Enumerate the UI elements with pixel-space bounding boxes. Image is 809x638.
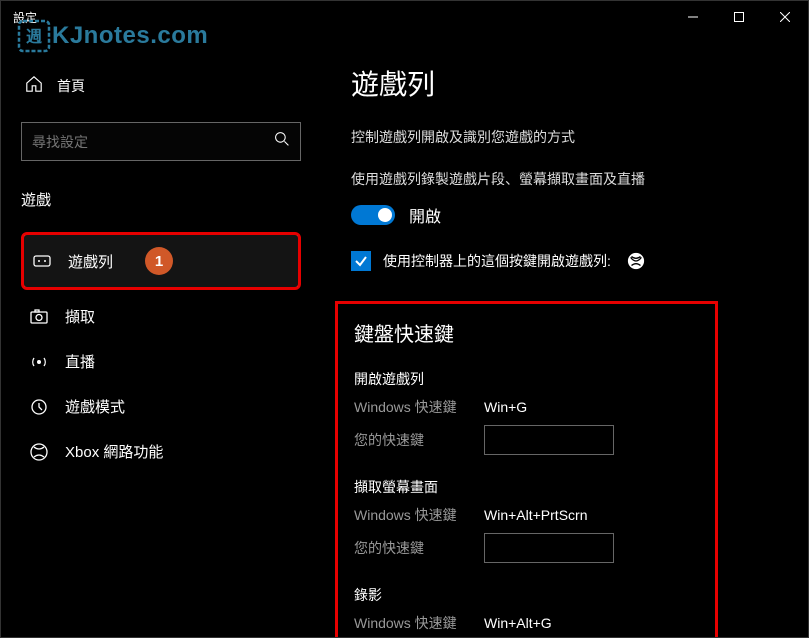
shortcut-group-record: 錄影 Windows 快速鍵 Win+Alt+G 您的快速鍵 [354, 585, 699, 637]
gamebar-toggle[interactable] [351, 205, 395, 225]
sidebar-item-label: 擷取 [65, 306, 95, 327]
capture-icon [29, 307, 49, 327]
your-shortcut-input[interactable] [484, 425, 614, 455]
shortcut-group-screenshot: 擷取螢幕畫面 Windows 快速鍵 Win+Alt+PrtScrn 您的快速鍵 [354, 477, 699, 563]
checkbox-label: 使用控制器上的這個按鍵開啟遊戲列: [383, 251, 611, 271]
gamemode-icon [29, 397, 49, 417]
sidebar-item-xbox[interactable]: Xbox 網路功能 [21, 429, 301, 474]
sidebar-item-broadcast[interactable]: 直播 [21, 339, 301, 384]
annotation-highlight: 遊戲列 1 [21, 232, 301, 290]
sidebar-item-label: Xbox 網路功能 [65, 441, 163, 462]
sidebar-item-gamemode[interactable]: 遊戲模式 [21, 384, 301, 429]
sidebar-item-label: 遊戲模式 [65, 396, 125, 417]
home-icon [25, 75, 43, 96]
nav-section-label: 遊戲 [21, 189, 301, 210]
your-shortcut-label: 您的快速鍵 [354, 430, 484, 450]
sidebar-item-capture[interactable]: 擷取 [21, 294, 301, 339]
xbox-button-icon [627, 252, 645, 270]
window-title: 設定 [1, 9, 37, 26]
home-link[interactable]: 首頁 [21, 63, 301, 108]
windows-shortcut-value: Win+Alt+PrtScrn [484, 507, 587, 523]
maximize-button[interactable] [716, 1, 762, 33]
toggle-knob [378, 208, 392, 222]
feature-description: 使用遊戲列錄製遊戲片段、螢幕擷取畫面及直播 [351, 169, 778, 189]
page-subtitle: 控制遊戲列開啟及識別您遊戲的方式 [351, 127, 778, 147]
sidebar-item-label: 直播 [65, 351, 95, 372]
controller-checkbox[interactable] [351, 251, 371, 271]
annotation-shortcuts-box: 鍵盤快速鍵 開啟遊戲列 Windows 快速鍵 Win+G 您的快速鍵 擷取螢幕… [335, 301, 718, 637]
shortcut-group-open: 開啟遊戲列 Windows 快速鍵 Win+G 您的快速鍵 [354, 369, 699, 455]
home-label: 首頁 [57, 76, 85, 96]
windows-shortcut-value: Win+G [484, 399, 527, 415]
search-icon[interactable] [274, 131, 290, 152]
search-box[interactable] [21, 122, 301, 161]
your-shortcut-label: 您的快速鍵 [354, 538, 484, 558]
main-content: 遊戲列 控制遊戲列開啟及識別您遊戲的方式 使用遊戲列錄製遊戲片段、螢幕擷取畫面及… [321, 33, 808, 637]
gamebar-icon [32, 251, 52, 271]
shortcuts-title: 鍵盤快速鍵 [354, 318, 699, 347]
page-title: 遊戲列 [351, 63, 778, 103]
windows-shortcut-label: Windows 快速鍵 [354, 505, 484, 525]
xbox-icon [29, 442, 49, 462]
titlebar: 設定 [1, 1, 808, 33]
annotation-badge: 1 [145, 247, 173, 275]
close-button[interactable] [762, 1, 808, 33]
shortcut-group-label: 開啟遊戲列 [354, 369, 699, 389]
shortcut-group-label: 錄影 [354, 585, 699, 605]
windows-shortcut-value: Win+Alt+G [484, 615, 552, 631]
sidebar-item-label: 遊戲列 [68, 251, 113, 272]
windows-shortcut-label: Windows 快速鍵 [354, 613, 484, 633]
minimize-button[interactable] [670, 1, 716, 33]
broadcast-icon [29, 352, 49, 372]
sidebar: 首頁 遊戲 遊戲列 1 [1, 33, 321, 637]
windows-shortcut-label: Windows 快速鍵 [354, 397, 484, 417]
search-input[interactable] [32, 134, 274, 150]
shortcut-group-label: 擷取螢幕畫面 [354, 477, 699, 497]
toggle-label: 開啟 [409, 203, 441, 227]
sidebar-item-gamebar[interactable]: 遊戲列 1 [24, 235, 298, 287]
your-shortcut-input[interactable] [484, 533, 614, 563]
